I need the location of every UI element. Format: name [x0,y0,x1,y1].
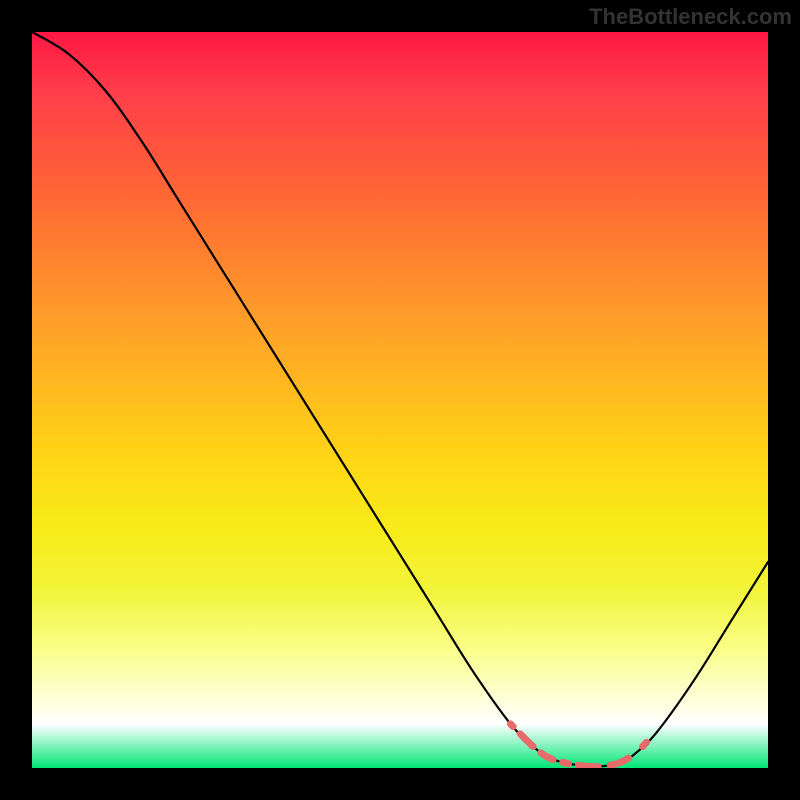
main-curve [32,32,768,767]
dashed-trough-segment [510,724,646,767]
chart-area [32,32,768,768]
chart-svg [32,32,768,768]
watermark-text: TheBottleneck.com [589,4,792,30]
